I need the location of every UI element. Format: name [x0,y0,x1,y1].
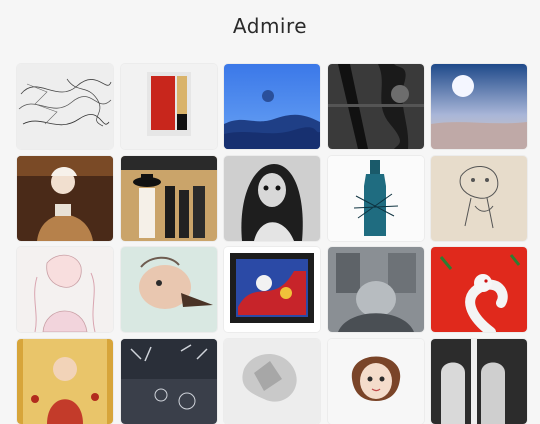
red-serpent-image [431,247,527,332]
grey-scene-image [327,247,424,332]
bird-head-image [120,247,217,332]
artwork-tile-grey-scene[interactable] [327,247,424,332]
dark-pattern-image [120,338,217,424]
page-title: Admire [232,14,308,38]
pastel-figure-image [17,247,113,332]
creature-sketch-image [431,155,527,241]
grey-texture-image [224,338,320,424]
artwork-tile-bottle-drawing[interactable] [327,155,424,241]
artwork-tile-grey-texture[interactable] [224,338,320,424]
artwork-tile-dark-pattern[interactable] [120,338,217,424]
artwork-tile-line-sketch[interactable] [17,64,113,149]
figures-hats-image [120,155,217,241]
artwork-tile-bw-girl[interactable] [224,155,320,241]
floral-woman-image [17,338,113,424]
artwork-tile-creature-sketch[interactable] [431,155,527,241]
moon-sky-image [431,64,527,149]
fur-portrait-image [17,155,113,241]
bw-girl-image [224,155,320,241]
blue-landscape-image [224,64,320,149]
artwork-tile-fur-portrait[interactable] [17,155,113,241]
framed-abstract-image [224,247,320,332]
artwork-tile-arches-bw[interactable] [431,338,527,424]
dark-abstract-image [327,64,424,149]
artwork-tile-red-panel[interactable] [120,64,217,149]
arches-bw-image [431,338,527,424]
artwork-tile-figures-hats[interactable] [120,155,217,241]
artwork-tile-blue-landscape[interactable] [224,64,320,149]
artwork-tile-moon-sky[interactable] [431,64,527,149]
red-panel-image [120,64,217,149]
bottle-drawing-image [327,155,424,241]
artwork-tile-bird-head[interactable] [120,247,217,332]
artwork-tile-dark-abstract[interactable] [327,64,424,149]
artwork-tile-framed-abstract[interactable] [224,247,320,332]
artwork-tile-red-serpent[interactable] [431,247,527,332]
line-sketch-image [17,64,113,149]
artwork-tile-pastel-figure[interactable] [17,247,113,332]
anime-girl-image [327,338,424,424]
artwork-tile-anime-girl[interactable] [327,338,424,424]
artwork-grid [17,64,527,424]
artwork-tile-floral-woman[interactable] [17,338,113,424]
